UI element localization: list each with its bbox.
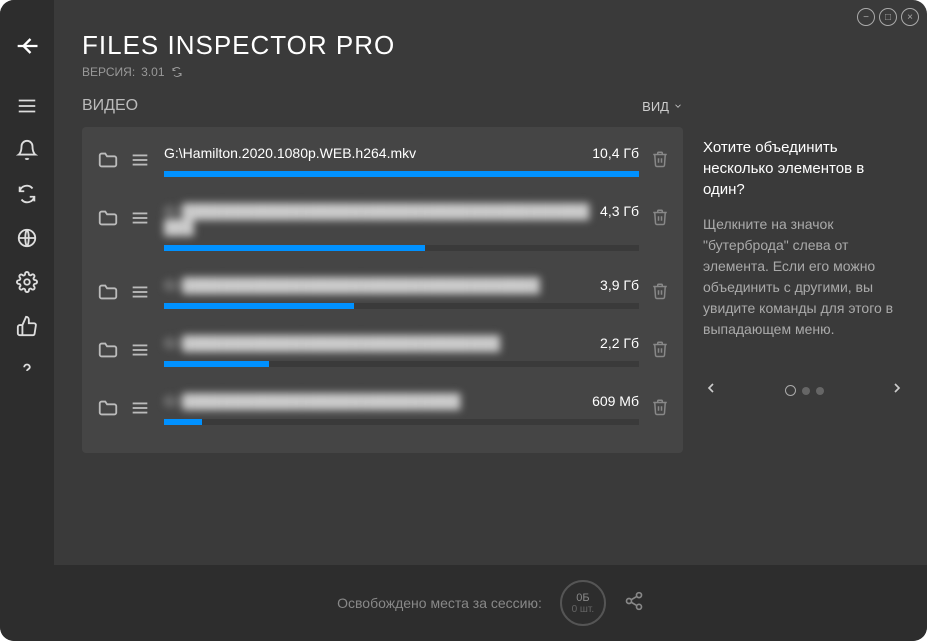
file-name: G:\█████████████████████████████████████… [164,203,592,235]
version-prefix: ВЕРСИЯ: [82,65,135,79]
share-button[interactable] [624,591,644,616]
file-size: 2,2 Гб [600,335,639,351]
stack-icon[interactable] [128,339,152,366]
file-name: G:\████████████████████████████████████ [164,277,540,293]
file-size: 609 Мб [592,393,639,409]
maximize-button[interactable]: □ [879,8,897,26]
stack-icon[interactable] [128,207,152,234]
folder-icon[interactable] [96,281,120,308]
stack-icon[interactable] [128,149,152,176]
version-number: 3.01 [141,65,164,79]
folder-icon[interactable] [96,207,120,234]
file-size: 10,4 Гб [592,145,639,161]
file-name: G:\████████████████████████████████ [164,335,500,351]
view-label: ВИД [642,99,669,114]
globe-icon[interactable] [0,216,54,260]
delete-button[interactable] [651,145,669,174]
footer-label: Освобождено места за сессию: [337,595,542,611]
gear-icon[interactable] [0,260,54,304]
folder-icon[interactable] [96,397,120,424]
list-item: G:\Hamilton.2020.1080p.WEB.h264.mkv 10,4 … [82,137,683,181]
app-window: − □ × FILES INSPECTOR PRO ВЕРСИЯ: 3.01 В… [0,0,927,641]
bell-icon[interactable] [0,128,54,172]
size-bar [164,303,639,309]
list-item: G:\████████████████████████████████ 2,2 Г… [82,327,683,371]
view-selector[interactable]: ВИД [642,99,683,114]
close-button[interactable]: × [901,8,919,26]
delete-button[interactable] [651,393,669,422]
menu-icon[interactable] [0,84,54,128]
tips-dot[interactable] [785,385,796,396]
tips-body: Щелкните на значок "бутерброда" слева от… [703,214,905,340]
size-bar [164,245,639,251]
tips-dots [785,385,824,396]
list-area: ВИДЕО ВИД G:\Hamilton.2020.1080p.WEB.h26… [82,87,683,565]
window-controls: − □ × [857,8,919,26]
file-size: 4,3 Гб [600,203,639,219]
footer: Освобождено места за сессию: 0Б 0 шт. [54,565,927,641]
folder-icon[interactable] [96,149,120,176]
chevron-down-icon [673,101,683,111]
back-button[interactable] [0,24,54,68]
delete-button[interactable] [651,203,669,232]
tips-panel: Хотите объединить несколько элементов в … [695,87,913,565]
app-title: FILES INSPECTOR PRO [82,30,899,61]
list-item: G:\████████████████████████████ 609 Мб [82,385,683,429]
delete-button[interactable] [651,335,669,364]
footer-count: 0 шт. [572,604,595,615]
size-bar [164,419,639,425]
file-name: G:\████████████████████████████ [164,393,460,409]
list-header: ВИДЕО ВИД [82,97,683,115]
footer-size: 0Б [576,592,589,604]
main-area: − □ × FILES INSPECTOR PRO ВЕРСИЯ: 3.01 В… [54,0,927,641]
content-row: ВИДЕО ВИД G:\Hamilton.2020.1080p.WEB.h26… [54,87,927,565]
file-size: 3,9 Гб [600,277,639,293]
folder-icon[interactable] [96,339,120,366]
size-bar [164,361,639,367]
stack-icon[interactable] [128,397,152,424]
stack-icon[interactable] [128,281,152,308]
tips-nav [703,380,905,401]
list-item: G:\████████████████████████████████████ 3… [82,269,683,313]
size-bar [164,171,639,177]
tips-dot[interactable] [816,387,824,395]
tips-title: Хотите объединить несколько элементов в … [703,137,905,200]
tips-dot[interactable] [802,387,810,395]
file-name: G:\Hamilton.2020.1080p.WEB.h264.mkv [164,145,416,161]
list-item: G:\█████████████████████████████████████… [82,195,683,255]
tips-prev-button[interactable] [703,380,719,401]
thumbs-up-icon[interactable] [0,304,54,348]
refresh-icon[interactable] [0,172,54,216]
tips-next-button[interactable] [889,380,905,401]
file-list[interactable]: G:\Hamilton.2020.1080p.WEB.h264.mkv 10,4 … [82,127,683,453]
update-check-icon[interactable] [171,66,183,78]
header: FILES INSPECTOR PRO ВЕРСИЯ: 3.01 [54,0,927,87]
section-title: ВИДЕО [82,97,138,115]
delete-button[interactable] [651,277,669,306]
version-line: ВЕРСИЯ: 3.01 [82,65,899,79]
sidebar [0,0,54,641]
minimize-button[interactable]: − [857,8,875,26]
footer-circle: 0Б 0 шт. [560,580,606,626]
help-icon[interactable] [0,348,54,392]
